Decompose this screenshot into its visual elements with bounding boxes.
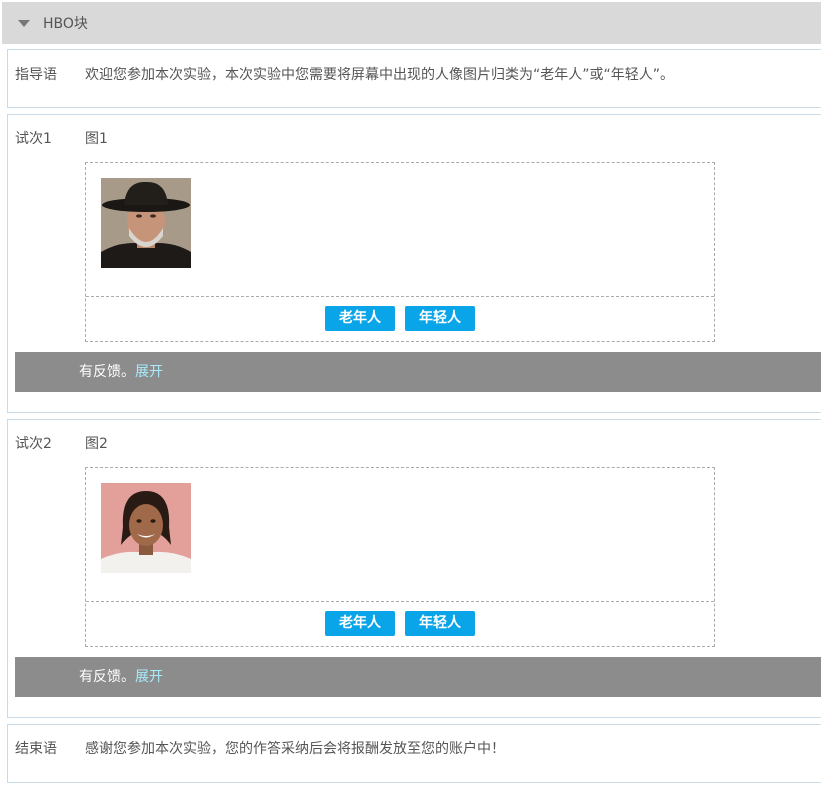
response-buttons: 老年人 年轻人 — [86, 296, 714, 341]
stimulus-box: 老年人 年轻人 — [85, 467, 715, 647]
old-person-button[interactable]: 老年人 — [325, 306, 395, 331]
trial-section-2: 试次2 图2 老年人 年轻人 有反馈。展开 — [7, 419, 821, 718]
stimulus-image-area — [86, 468, 714, 602]
instruction-label: 指导语 — [15, 67, 57, 83]
response-buttons: 老年人 年轻人 — [86, 601, 714, 646]
young-person-button[interactable]: 年轻人 — [405, 611, 475, 636]
stimulus-image-area — [86, 163, 714, 297]
stimulus-box: 老年人 年轻人 — [85, 162, 715, 342]
expand-link[interactable]: 展开 — [135, 669, 163, 685]
ending-section: 结束语 感谢您参加本次实验，您的作答采纳后会将报酬发放至您的账户中！ — [7, 724, 821, 783]
trial-section-1: 试次1 图1 老年人 年轻人 有反馈。展开 — [7, 114, 821, 413]
caret-down-icon[interactable] — [18, 19, 30, 27]
trial-label: 试次2 — [15, 436, 52, 452]
old-person-button[interactable]: 老年人 — [325, 611, 395, 636]
young-girl-portrait — [101, 483, 191, 573]
ending-text: 感谢您参加本次实验，您的作答采纳后会将报酬发放至您的账户中！ — [85, 741, 505, 757]
feedback-text: 有反馈。 — [79, 364, 135, 380]
feedback-text: 有反馈。 — [79, 669, 135, 685]
instruction-text: 欢迎您参加本次实验，本次实验中您需要将屏幕中出现的人像图片归类为“老年人”或“年… — [85, 67, 675, 83]
young-person-button[interactable]: 年轻人 — [405, 306, 475, 331]
trial-image-title: 图2 — [85, 436, 108, 452]
hbo-block-header[interactable]: HBO块 — [2, 2, 821, 44]
hbo-block-title: HBO块 — [43, 16, 88, 32]
instruction-section: 指导语 欢迎您参加本次实验，本次实验中您需要将屏幕中出现的人像图片归类为“老年人… — [7, 49, 821, 108]
expand-link[interactable]: 展开 — [135, 364, 163, 380]
old-man-portrait — [101, 178, 191, 268]
feedback-bar: 有反馈。展开 — [15, 352, 821, 392]
trial-image-title: 图1 — [85, 131, 108, 147]
ending-label: 结束语 — [15, 741, 57, 757]
trial-label: 试次1 — [15, 131, 52, 147]
feedback-bar: 有反馈。展开 — [15, 657, 821, 697]
